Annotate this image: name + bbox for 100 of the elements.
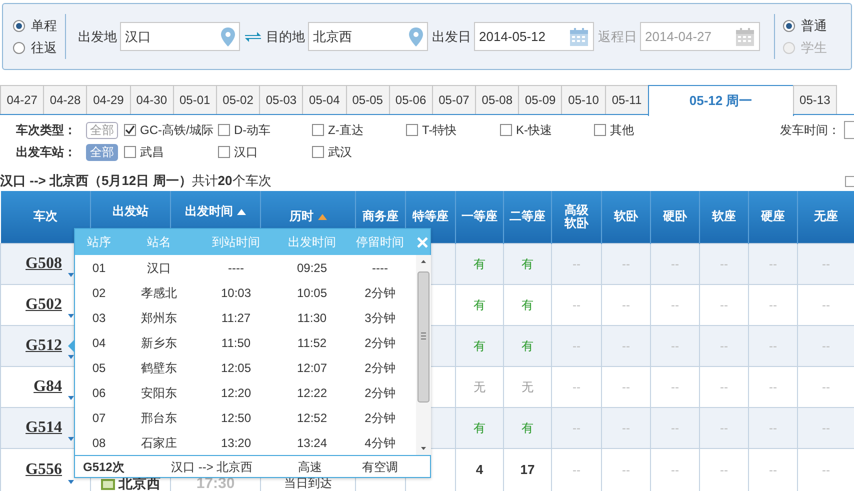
column-header: 高级软卧 — [552, 191, 602, 243]
checkbox[interactable] — [124, 124, 136, 136]
date-tab[interactable]: 05-05 — [346, 85, 390, 114]
input-field[interactable]: 汉口 — [120, 22, 240, 51]
table-cell-text: 安阳东 — [140, 384, 178, 402]
checkbox-label[interactable]: Z-直达 — [328, 121, 364, 139]
train-number-link[interactable]: G502 — [26, 296, 62, 312]
table-cell-text: 12:52 — [296, 410, 328, 426]
checkbox-label[interactable]: 其他 — [610, 121, 634, 139]
table-cell-text: 2分钟 — [364, 360, 396, 376]
location-pin-icon[interactable] — [409, 27, 423, 46]
date-tab[interactable]: 05-02 — [216, 85, 260, 114]
radio-button[interactable] — [13, 20, 25, 32]
radio-button[interactable] — [13, 42, 25, 54]
train-number-link[interactable]: G512 — [26, 336, 62, 354]
table-cell-text: 11:52 — [296, 334, 328, 352]
radio-label[interactable]: 往返 — [31, 38, 57, 58]
scrollbar[interactable] — [416, 255, 431, 455]
train-class: 高速 — [297, 458, 323, 476]
table-cell-text: 10:03 — [220, 284, 252, 302]
close-icon[interactable] — [417, 236, 428, 248]
seat-availability: -- — [572, 338, 580, 352]
seat-availability: -- — [622, 462, 630, 476]
date-tab[interactable]: 04-28 — [43, 85, 88, 114]
checkbox-label[interactable]: 武昌 — [140, 143, 164, 161]
date-tab[interactable]: 05-08 — [475, 85, 520, 114]
checkbox[interactable] — [312, 146, 324, 158]
seat-availability: -- — [822, 420, 830, 434]
date-tab[interactable]: 05-11 — [604, 85, 649, 114]
seat-availability: 无 — [474, 380, 486, 394]
table-cell-text: 13:20 — [220, 434, 252, 452]
date-tab[interactable]: 04-27 — [0, 85, 44, 114]
date-tab[interactable]: 05-10 — [561, 85, 606, 114]
train-label: G512次 — [82, 458, 126, 476]
column-header: 硬座 — [748, 191, 798, 243]
seat-availability: -- — [671, 256, 679, 270]
seat-availability: -- — [720, 420, 728, 434]
date-tab[interactable]: 05-04 — [302, 85, 346, 114]
seat-availability: 有 — [522, 256, 534, 270]
station-icon — [100, 478, 114, 490]
sort-arrow-icon[interactable] — [318, 214, 326, 220]
column-header: 一等座 — [456, 191, 504, 243]
seat-availability: 无 — [522, 380, 534, 394]
checkbox[interactable] — [406, 124, 418, 136]
seat-availability: -- — [671, 298, 679, 312]
seat-availability: -- — [822, 462, 830, 476]
checkbox[interactable] — [218, 124, 230, 136]
field-label: 出发日 — [432, 28, 471, 46]
checkbox[interactable] — [124, 146, 136, 158]
radio-label[interactable]: 单程 — [31, 16, 57, 36]
field-label: 出发地 — [78, 28, 117, 46]
calendar-icon[interactable] — [735, 26, 755, 46]
checkbox-label[interactable]: 武汉 — [328, 143, 352, 161]
checkbox-label[interactable]: K-快速 — [516, 121, 552, 139]
seat-availability: 有 — [474, 338, 486, 352]
train-number-link[interactable]: G84 — [34, 378, 62, 394]
radio-button[interactable] — [783, 20, 795, 32]
train-number-link[interactable]: G556 — [26, 460, 62, 478]
date-tab[interactable]: 04-30 — [130, 85, 174, 114]
checkbox[interactable] — [500, 124, 512, 136]
seat-availability: -- — [671, 420, 679, 434]
table-cell-text: 11:30 — [296, 310, 328, 326]
date-tab[interactable]: 05-12 周一 — [648, 85, 794, 116]
train-number-link[interactable]: G514 — [26, 418, 62, 436]
table-cell-text: 郑州东 — [140, 310, 178, 326]
seat-availability: -- — [720, 380, 728, 394]
input-field[interactable]: 2014-05-12 — [474, 22, 594, 51]
checkbox[interactable] — [312, 124, 324, 136]
calendar-icon[interactable] — [569, 26, 589, 46]
seat-availability: -- — [572, 298, 580, 312]
checkbox-label[interactable]: GC-高铁/城际 — [140, 121, 214, 139]
checkbox[interactable] — [218, 146, 230, 158]
table-cell-text: 邢台东 — [140, 410, 178, 426]
checkbox-icon[interactable] — [845, 176, 854, 187]
location-pin-icon[interactable] — [221, 27, 235, 46]
route-text: 汉口 --> 北京西 — [170, 458, 254, 476]
seat-availability: -- — [572, 420, 580, 434]
date-tab[interactable]: 05-01 — [172, 85, 217, 114]
checkbox-label[interactable]: T-特快 — [422, 121, 457, 139]
time-select[interactable] — [844, 121, 854, 139]
date-tab[interactable]: 05-03 — [259, 85, 304, 114]
seat-availability: -- — [572, 256, 580, 270]
checkbox-label[interactable]: 汉口 — [234, 143, 258, 161]
filter-label: 车次类型： — [16, 122, 77, 139]
date-tab[interactable]: 05-13 — [792, 85, 837, 114]
table-cell-text: 07 — [91, 410, 107, 426]
date-tab[interactable]: 04-29 — [86, 85, 131, 114]
input-field[interactable]: 北京西 — [308, 22, 428, 51]
checkbox-label[interactable]: D-动车 — [234, 121, 271, 139]
train-number-link[interactable]: G508 — [26, 254, 62, 272]
column-header: 软卧 — [602, 191, 650, 243]
date-tab[interactable]: 05-09 — [518, 85, 562, 114]
checkbox[interactable] — [594, 124, 606, 136]
seat-availability: -- — [572, 462, 580, 476]
amenity-text: 有空调 — [361, 458, 399, 476]
sort-arrow-icon[interactable] — [237, 209, 246, 215]
date-tab[interactable]: 05-06 — [388, 85, 433, 114]
date-tab[interactable]: 05-07 — [432, 85, 476, 114]
radio-label[interactable]: 普通 — [801, 16, 827, 36]
table-cell-text: 05 — [91, 360, 107, 376]
